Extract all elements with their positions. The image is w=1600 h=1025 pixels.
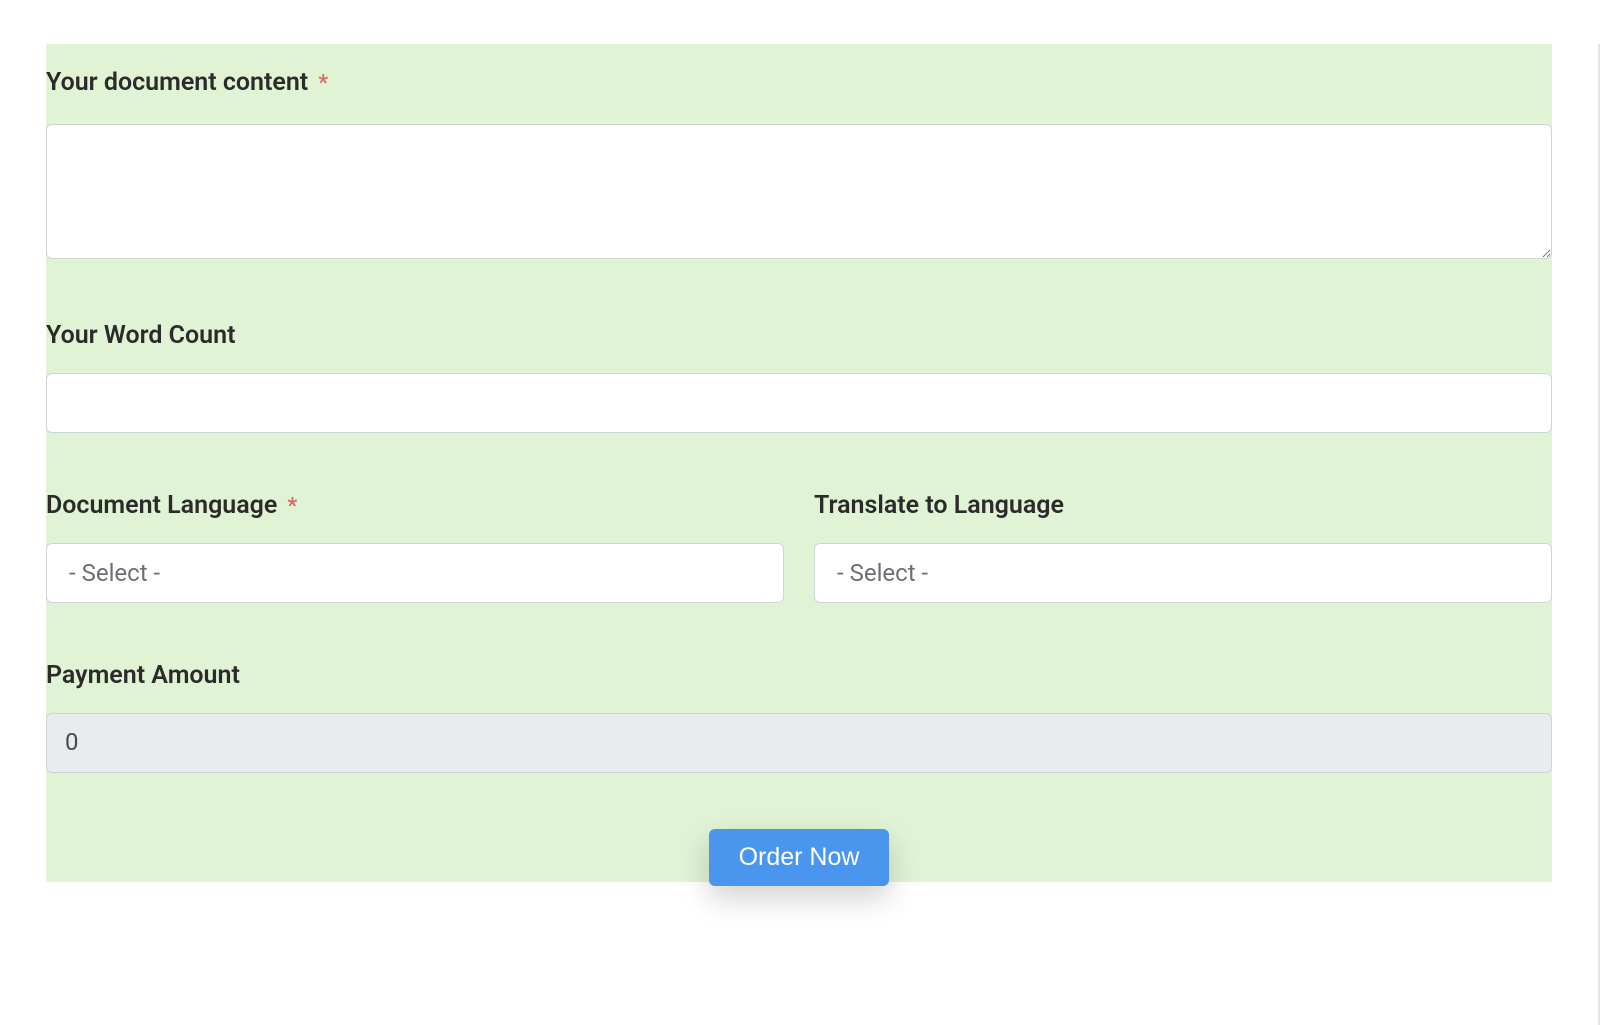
panel-inner: Your document content * Your Word Count <box>46 44 1552 882</box>
required-mark-document-language: * <box>287 496 297 518</box>
word-count-input[interactable] <box>46 373 1552 433</box>
label-row-word-count: Your Word Count <box>46 309 1552 373</box>
order-form-panel: Your document content * Your Word Count <box>46 44 1552 882</box>
order-now-button[interactable]: Order Now <box>709 829 890 886</box>
select-wrap-translate-to-language: - Select - <box>814 543 1552 603</box>
group-payment-amount: Payment Amount 0 <box>46 625 1552 795</box>
translate-to-language-select[interactable]: - Select - <box>814 543 1552 603</box>
label-payment-amount: Payment Amount <box>46 661 240 691</box>
input-wrap-document-content <box>46 124 1552 263</box>
label-row-payment-amount: Payment Amount <box>46 649 1552 713</box>
document-language-selected-text: - Select - <box>69 559 160 587</box>
page-outer: Your document content * Your Word Count <box>0 44 1600 1025</box>
label-word-count: Your Word Count <box>46 321 235 351</box>
col-document-language: Document Language * - Select - <box>46 479 784 603</box>
col-translate-to-language: Translate to Language - Select - <box>814 479 1552 603</box>
label-document-content: Your document content <box>46 68 308 98</box>
label-row-document-content: Your document content * <box>46 56 1552 124</box>
order-now-button-label: Order Now <box>739 843 860 871</box>
group-document-content: Your document content * <box>46 44 1552 285</box>
label-document-language: Document Language <box>46 491 277 521</box>
document-content-textarea[interactable] <box>46 124 1552 259</box>
two-col-languages: Document Language * - Select - Translate… <box>46 479 1552 603</box>
label-row-document-language: Document Language * <box>46 479 784 543</box>
label-row-translate-to-language: Translate to Language <box>814 479 1552 543</box>
select-wrap-document-language: - Select - <box>46 543 784 603</box>
document-language-select[interactable]: - Select - <box>46 543 784 603</box>
input-wrap-payment-amount: 0 <box>46 713 1552 773</box>
payment-amount-value: 0 <box>65 726 79 760</box>
group-languages: Document Language * - Select - Translate… <box>46 455 1552 625</box>
input-wrap-word-count <box>46 373 1552 433</box>
submit-row: Order Now <box>46 795 1552 882</box>
group-word-count: Your Word Count <box>46 285 1552 455</box>
payment-amount-display: 0 <box>46 713 1552 773</box>
label-translate-to-language: Translate to Language <box>814 491 1064 521</box>
translate-to-language-selected-text: - Select - <box>837 559 928 587</box>
required-mark-document-content: * <box>318 73 328 95</box>
